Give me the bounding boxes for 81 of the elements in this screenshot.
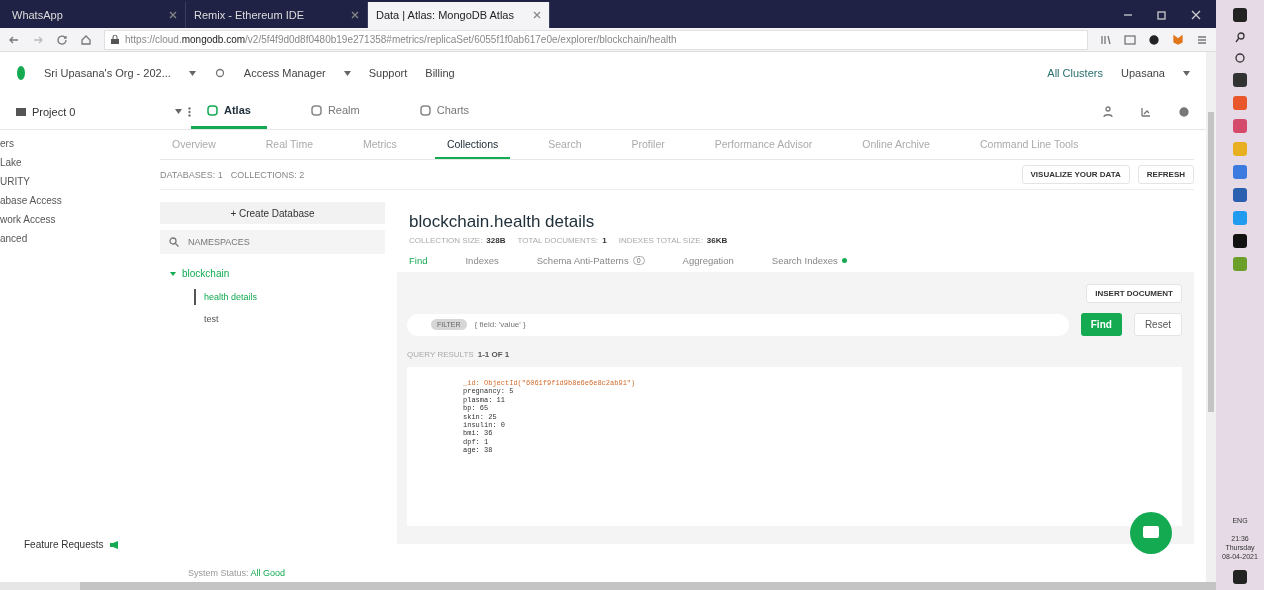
feature-requests-link[interactable]: Feature Requests	[24, 539, 104, 550]
taskbar-app-icon	[1233, 188, 1247, 202]
close-icon[interactable]	[351, 11, 359, 19]
product-icon	[207, 104, 218, 116]
leaf-logo-icon[interactable]	[16, 65, 26, 81]
task-view-icon[interactable]	[1234, 52, 1246, 64]
more-icon[interactable]	[188, 106, 191, 117]
sidebar-item[interactable]: abase Access	[0, 191, 160, 210]
taskbar-app-icon	[1233, 211, 1247, 225]
reset-button[interactable]: Reset	[1133, 313, 1182, 336]
caret-icon	[1183, 70, 1190, 76]
search-field[interactable]: NAMESPACES	[160, 230, 385, 254]
caret-icon	[188, 70, 196, 76]
fox-icon[interactable]	[1172, 33, 1184, 46]
browser-tab[interactable]: Data | Atlas: MongoDB Atlas	[368, 2, 550, 28]
product-icon	[310, 104, 322, 116]
visualize-button[interactable]: VISUALIZE YOUR DATA	[1021, 165, 1130, 184]
sidebar-item[interactable]: Lake	[0, 153, 160, 172]
user-icon[interactable]	[1102, 105, 1114, 118]
taskbar-app-icon	[1233, 257, 1247, 271]
chart-icon[interactable]	[1140, 105, 1152, 118]
collection-item[interactable]: test	[194, 311, 385, 327]
insert-document-button[interactable]: INSERT DOCUMENT	[1086, 284, 1182, 303]
taskbar-app-icon	[1233, 142, 1247, 156]
sidebar-item[interactable]: anced	[0, 229, 160, 248]
collection-stat: INDEXES TOTAL SIZE: 36KB	[618, 236, 728, 245]
nav-link[interactable]: Access Manager	[243, 67, 326, 79]
cluster-tab[interactable]: Collections	[434, 130, 511, 159]
search-icon[interactable]	[168, 236, 180, 248]
product-tab[interactable]: Charts	[403, 94, 486, 129]
collection-stat: TOTAL DOCUMENTS: 1	[517, 236, 607, 245]
taskbar-app-icon	[1233, 73, 1247, 87]
status-dot-icon	[841, 258, 847, 263]
taskbar-app-icon	[1233, 96, 1247, 110]
product-icon	[419, 104, 431, 116]
taskbar-app-icon	[1233, 119, 1247, 133]
collections-count: COLLECTIONS: 2	[230, 169, 305, 180]
nav-link[interactable]: Billing	[425, 67, 455, 79]
caret-down-icon	[170, 270, 176, 277]
sidebar-item[interactable]: URITY	[0, 172, 160, 191]
nav-link[interactable]: All Clusters	[1047, 67, 1103, 79]
sidebar-icon[interactable]	[1124, 33, 1136, 46]
search-icon[interactable]	[1234, 31, 1246, 43]
address-bar[interactable]: https://cloud.mongodb.com/v2/5f4f9d0d8f0480b19e271358#metrics/replicaSet/6055f1f0ab617e0e/explorer/blockchain/health	[104, 29, 1088, 50]
refresh-button[interactable]: REFRESH	[1137, 165, 1194, 184]
collection-tab[interactable]: Indexes	[465, 255, 499, 266]
close-icon[interactable]	[1190, 9, 1202, 21]
library-icon[interactable]	[1100, 33, 1112, 46]
databases-count: DATABASES: 1	[160, 169, 223, 180]
user-menu[interactable]: Upasana	[1120, 67, 1165, 79]
taskbar-app-icon	[1233, 234, 1247, 248]
lock-icon	[111, 35, 119, 44]
sidebar-item[interactable]: ers	[0, 134, 160, 153]
taskbar-app-icon	[1233, 165, 1247, 179]
chat-icon	[1142, 525, 1160, 541]
org-selector[interactable]: Sri Upasana's Org - 202...	[44, 67, 171, 79]
close-icon[interactable]	[169, 11, 177, 19]
collection-tab[interactable]: Aggregation	[682, 255, 734, 266]
reload-icon[interactable]	[56, 33, 68, 46]
restore-icon[interactable]	[1156, 9, 1168, 21]
query-results-label: QUERY RESULTS	[407, 350, 474, 359]
folder-icon	[16, 107, 26, 116]
collection-title: blockchain.health details	[408, 211, 596, 233]
home-icon[interactable]	[80, 33, 92, 46]
megaphone-icon	[109, 540, 119, 549]
project-selector[interactable]: Project 0	[32, 105, 76, 118]
product-tab[interactable]: Atlas	[191, 94, 267, 129]
settings-icon[interactable]	[213, 67, 226, 79]
collection-tab[interactable]: Search Indexes	[771, 255, 847, 266]
caret-icon	[343, 70, 351, 76]
results-range: 1-1 OF 1	[477, 350, 510, 359]
menu-icon[interactable]	[1196, 33, 1208, 46]
namespace-search-field[interactable]: NAMESPACES	[186, 236, 377, 248]
vertical-scrollbar[interactable]	[1206, 52, 1216, 582]
product-tab[interactable]: Realm	[294, 94, 376, 129]
create-database-button[interactable]: + Create Database	[160, 202, 385, 224]
nav-link[interactable]: Support	[368, 67, 408, 79]
caret-icon	[175, 109, 182, 114]
horizontal-scrollbar[interactable]	[0, 582, 1216, 590]
sidebar-item[interactable]: work Access	[0, 210, 160, 229]
collection-stat: COLLECTION SIZE: 328B	[409, 236, 506, 245]
